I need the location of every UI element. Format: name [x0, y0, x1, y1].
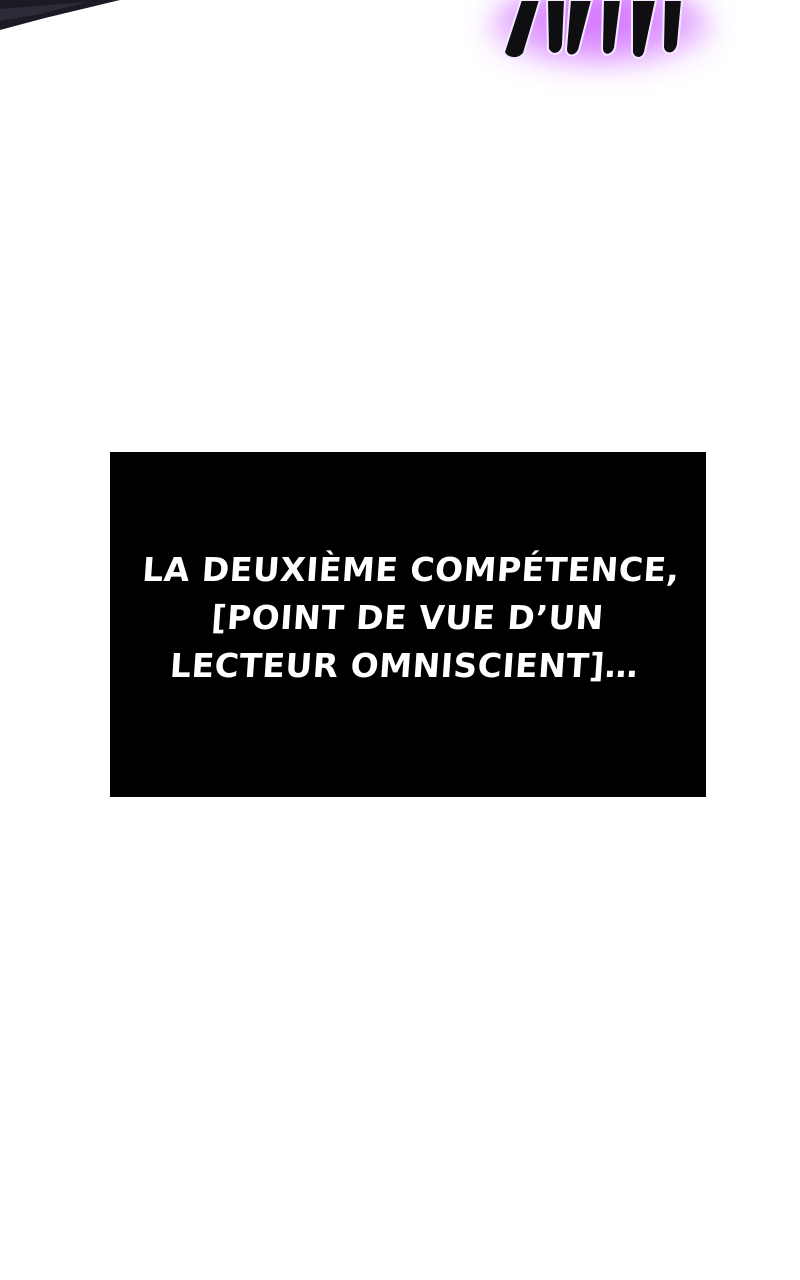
caption-line-2: [POINT DE VUE D’UN: [210, 597, 606, 637]
purple-glow-figure-icon: [485, 0, 715, 76]
narration-caption-box: LA DEUXIÈME COMPÉTENCE, [POINT DE VUE D’…: [110, 452, 706, 797]
dark-fragment-icon: [0, 0, 120, 30]
narration-caption-text: LA DEUXIÈME COMPÉTENCE, [POINT DE VUE D’…: [134, 546, 681, 690]
top-art-fragments: [0, 0, 715, 76]
caption-line-1: LA DEUXIÈME COMPÉTENCE,: [141, 549, 682, 589]
caption-line-3: LECTEUR OMNISCIENT]…: [169, 645, 641, 685]
